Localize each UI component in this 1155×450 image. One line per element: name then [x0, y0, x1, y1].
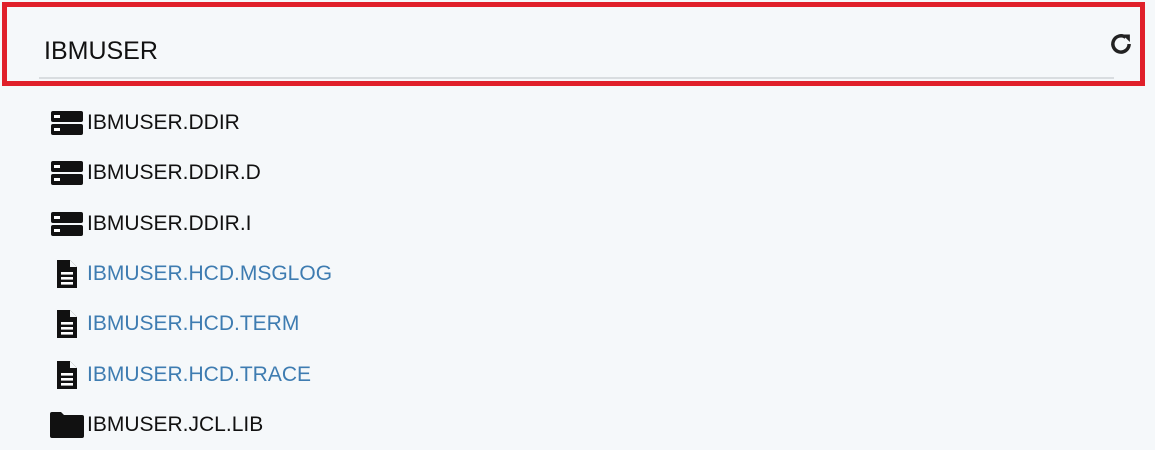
server-icon — [47, 108, 87, 138]
refresh-button[interactable] — [1106, 27, 1136, 61]
tree-item-label: IBMUSER.JCL.LIB — [87, 412, 264, 436]
refresh-icon — [1111, 34, 1131, 54]
filter-input[interactable] — [39, 25, 1114, 79]
tree-item-label: IBMUSER.HCD.MSGLOG — [87, 262, 333, 286]
tree-item-label: IBMUSER.DDIR — [87, 111, 240, 135]
server-icon — [47, 209, 87, 239]
tree-item-ibmuser-hcd-trace[interactable]: IBMUSER.HCD.TRACE — [47, 349, 332, 399]
file-icon — [47, 259, 87, 289]
tree-item-label: IBMUSER.DDIR.D — [87, 161, 261, 185]
folder-icon — [47, 410, 87, 440]
file-icon — [47, 309, 87, 339]
file-icon — [47, 360, 87, 390]
server-icon — [47, 158, 87, 188]
tree-item-ibmuser-hcd-term[interactable]: IBMUSER.HCD.TERM — [47, 299, 332, 349]
tree-item-ibmuser-hcd-msglog[interactable]: IBMUSER.HCD.MSGLOG — [47, 249, 332, 299]
tree-item-ibmuser-ddir-i[interactable]: IBMUSER.DDIR.I — [47, 199, 332, 249]
tree-item-label: IBMUSER.DDIR.I — [87, 211, 252, 235]
filter-box — [2, 2, 1145, 86]
tree-item-ibmuser-jcl-lib[interactable]: IBMUSER.JCL.LIB — [47, 400, 332, 450]
tree-item-ibmuser-ddir[interactable]: IBMUSER.DDIR — [47, 98, 332, 148]
tree-item-ibmuser-ddir-d[interactable]: IBMUSER.DDIR.D — [47, 148, 332, 198]
tree-item-label: IBMUSER.HCD.TERM — [87, 312, 300, 336]
dataset-tree: IBMUSER.DDIR IBMUSER.DDIR.D IBMUSER.DDIR… — [47, 98, 332, 450]
tree-item-label: IBMUSER.HCD.TRACE — [87, 362, 312, 386]
